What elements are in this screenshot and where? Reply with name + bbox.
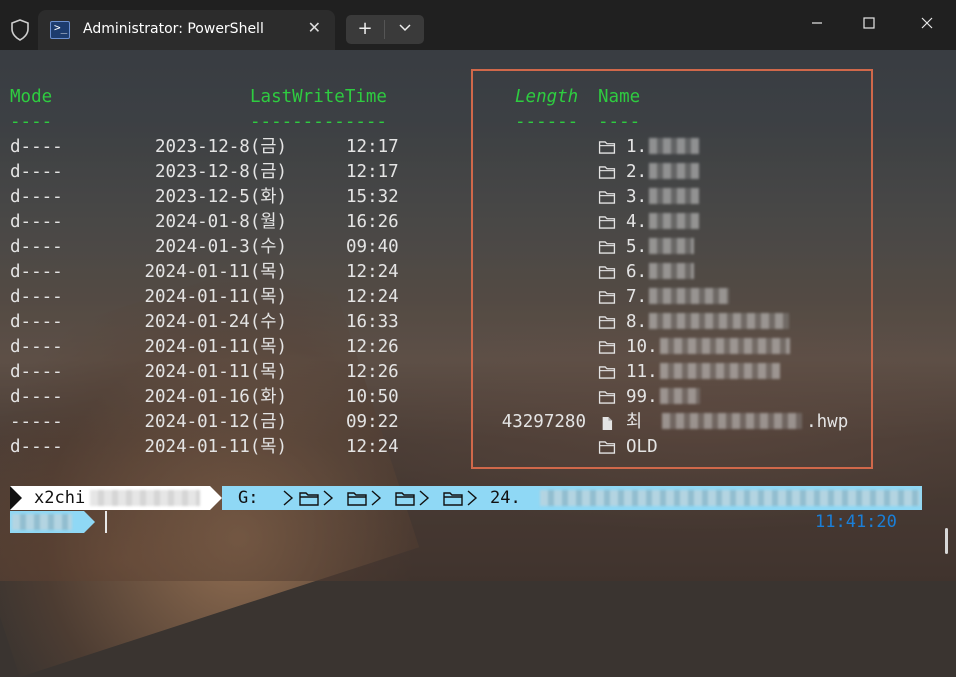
prompt-end-arrow-icon <box>84 511 95 533</box>
underline-mode: ---- <box>10 112 53 132</box>
row-time: 16:33 <box>346 312 399 332</box>
close-button[interactable] <box>904 0 950 50</box>
header-mode: Mode <box>10 87 53 107</box>
row-date: 2024-01-24(수) <box>144 312 287 332</box>
row-mode: d---- <box>10 237 63 257</box>
row-time: 12:24 <box>346 437 399 457</box>
row-date: 2024-01-12(금) <box>144 412 287 432</box>
text-cursor[interactable] <box>105 511 107 533</box>
row-mode: d---- <box>10 437 63 457</box>
prompt-path-tail: 24. <box>490 488 521 508</box>
minimize-icon <box>812 22 822 24</box>
prompt-bar: x2chi G: 24. <box>10 486 922 510</box>
row-time: 12:26 <box>346 362 399 382</box>
minimize-button[interactable] <box>794 0 840 50</box>
profile-dropdown-button[interactable] <box>385 15 424 44</box>
redacted-path-continued <box>12 514 72 530</box>
tab-powershell[interactable]: >_ Administrator: PowerShell ✕ <box>38 10 335 50</box>
segment-separator-icon <box>210 486 222 510</box>
new-tab-button[interactable]: + <box>346 15 384 44</box>
row-date: 2023-12-5(화) <box>155 187 287 207</box>
row-date: 2024-01-11(목) <box>144 262 287 282</box>
chevron-down-icon <box>398 24 411 32</box>
prompt-arrow-icon <box>10 486 22 510</box>
row-mode: d---- <box>10 137 63 157</box>
scrollbar-thumb[interactable] <box>945 528 948 554</box>
powershell-icon: >_ <box>50 21 70 39</box>
shield-icon <box>11 19 29 41</box>
row-time: 16:26 <box>346 212 399 232</box>
folder-path-icons <box>283 490 478 506</box>
tab-title: Administrator: PowerShell <box>83 21 264 37</box>
redacted-username <box>90 490 200 506</box>
row-mode: d---- <box>10 312 63 332</box>
close-icon <box>921 17 933 29</box>
row-mode: ----- <box>10 412 63 432</box>
row-mode: d---- <box>10 187 63 207</box>
underline-lastwritetime: ------------- <box>250 112 387 132</box>
row-time: 10:50 <box>346 387 399 407</box>
row-date: 2024-01-11(목) <box>144 437 287 457</box>
row-date: 2024-01-11(목) <box>144 337 287 357</box>
row-time: 12:17 <box>346 162 399 182</box>
row-date: 2024-01-11(목) <box>144 287 287 307</box>
prompt-user-segment: x2chi <box>10 486 210 510</box>
row-date: 2024-01-3(수) <box>155 237 287 257</box>
redacted-path <box>540 490 920 506</box>
row-date: 2023-12-8(금) <box>155 162 287 182</box>
row-mode: d---- <box>10 387 63 407</box>
row-date: 2024-01-8(월) <box>155 212 287 232</box>
new-tab-group: + <box>346 15 424 44</box>
row-time: 12:17 <box>346 137 399 157</box>
maximize-icon <box>863 17 875 29</box>
prompt-user: x2chi <box>34 488 86 508</box>
row-time: 12:26 <box>346 337 399 357</box>
row-mode: d---- <box>10 262 63 282</box>
row-time: 09:40 <box>346 237 399 257</box>
prompt-path-segment: G: 24. <box>222 486 922 510</box>
tab-close-icon[interactable]: ✕ <box>308 18 321 37</box>
row-time: 15:32 <box>346 187 399 207</box>
title-bar: >_ Administrator: PowerShell ✕ + <box>0 0 956 50</box>
row-date: 2024-01-11(목) <box>144 362 287 382</box>
maximize-button[interactable] <box>846 0 892 50</box>
row-mode: d---- <box>10 337 63 357</box>
prompt-drive: G: <box>238 488 259 508</box>
row-mode: d---- <box>10 287 63 307</box>
selection-highlight-box <box>471 69 873 469</box>
row-mode: d---- <box>10 362 63 382</box>
row-time: 12:24 <box>346 287 399 307</box>
row-mode: d---- <box>10 162 63 182</box>
row-mode: d---- <box>10 212 63 232</box>
row-date: 2023-12-8(금) <box>155 137 287 157</box>
prompt-clock: 11:41:20 <box>815 512 897 532</box>
row-time: 09:22 <box>346 412 399 432</box>
prompt-continuation-segment <box>10 511 84 533</box>
header-lastwritetime: LastWriteTime <box>250 87 387 107</box>
row-date: 2024-01-16(화) <box>144 387 287 407</box>
row-time: 12:24 <box>346 262 399 282</box>
